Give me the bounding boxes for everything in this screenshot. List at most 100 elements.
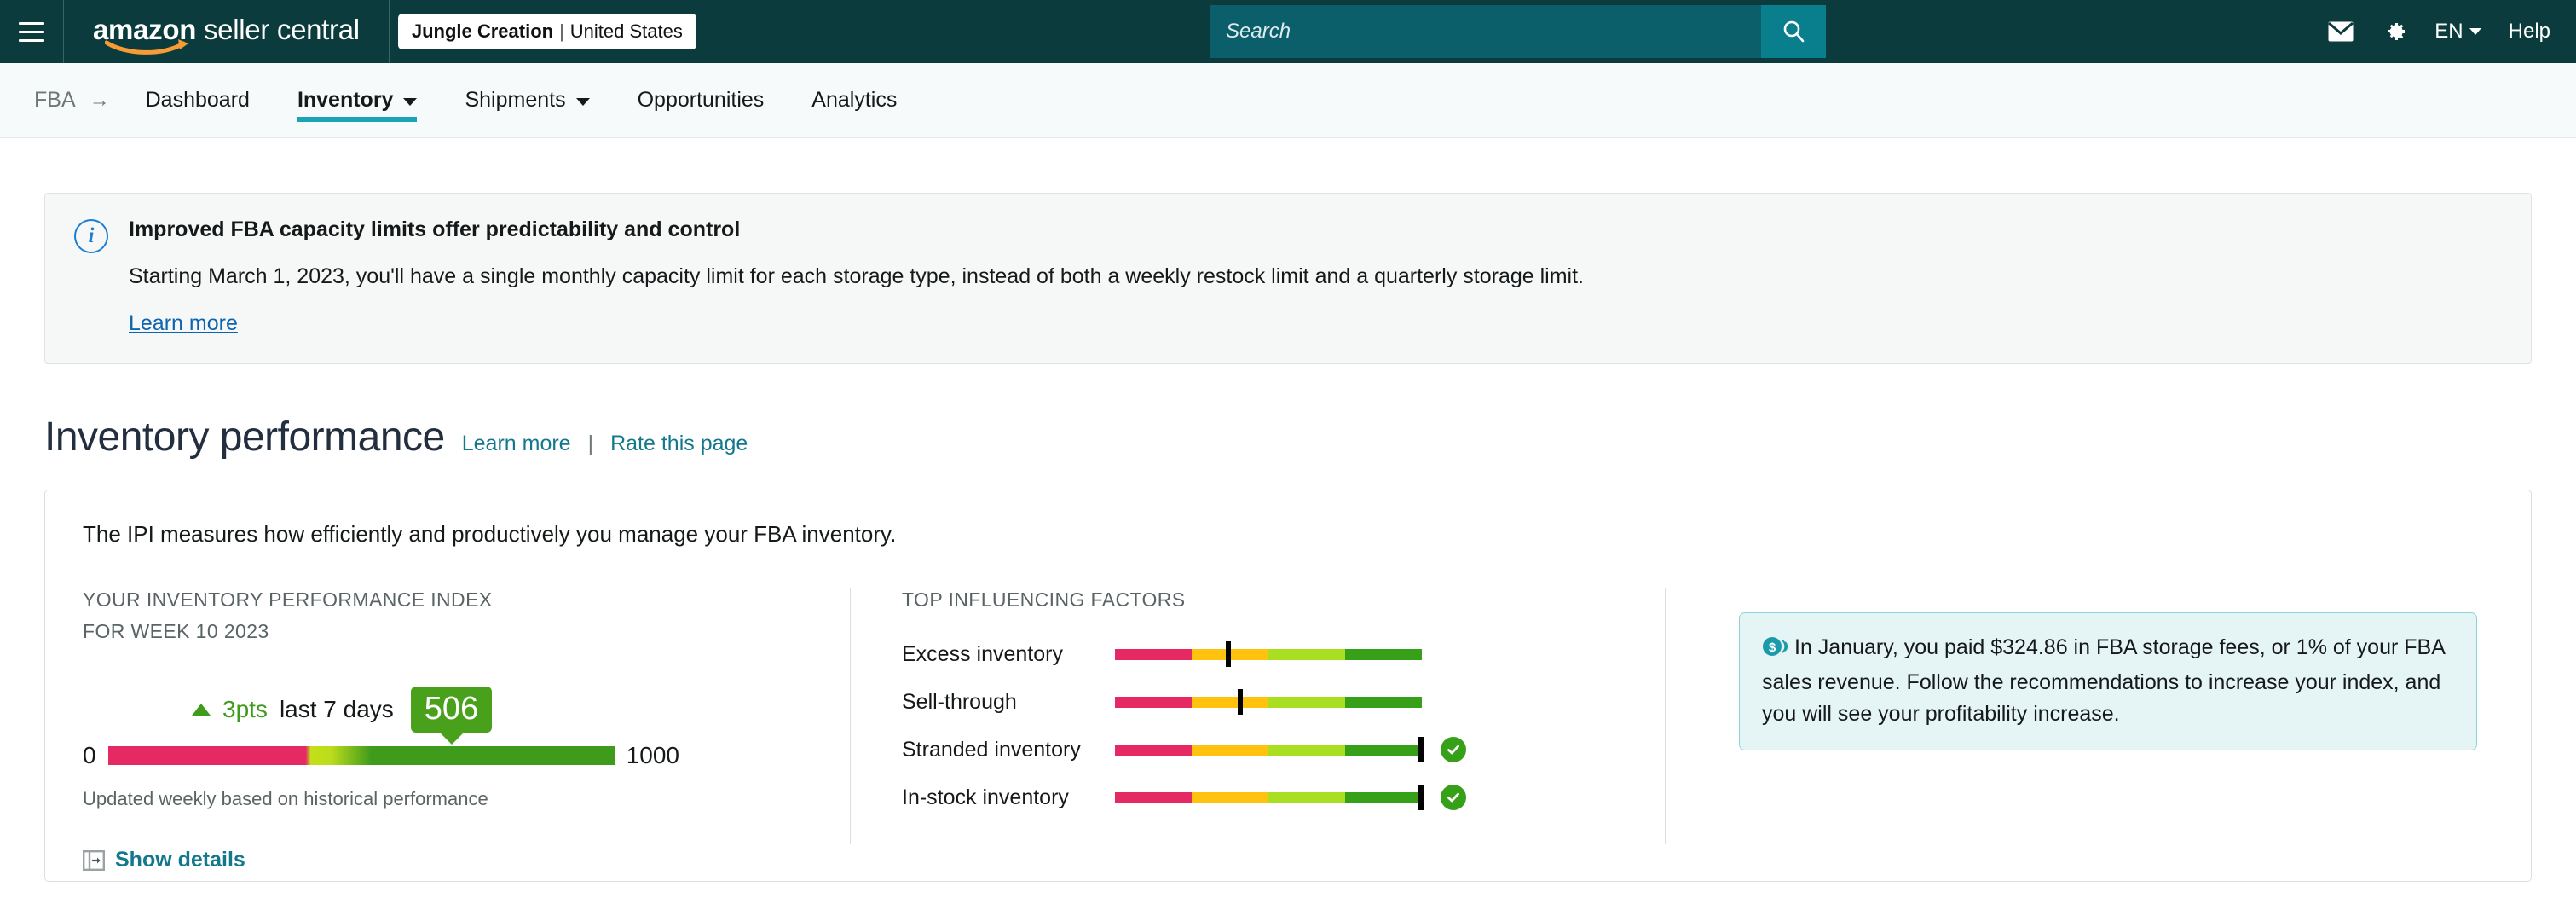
nav-item-label: Opportunities xyxy=(637,88,765,112)
bar-segment-good xyxy=(1268,648,1345,660)
factors-section-title: TOP INFLUENCING FACTORS xyxy=(902,588,1186,611)
ipi-gauge-bar xyxy=(107,746,615,765)
hamburger-bar xyxy=(19,21,44,25)
header-divider xyxy=(388,0,390,63)
factor-bar-segments xyxy=(1115,696,1422,708)
nav-item-shipments[interactable]: Shipments xyxy=(441,63,613,137)
hamburger-icon[interactable] xyxy=(0,0,63,63)
factor-bar xyxy=(1115,780,1424,814)
title-separator: | xyxy=(587,432,594,455)
logo-suffix: seller central xyxy=(196,13,360,45)
top-influencing-factors-panel: TOP INFLUENCING FACTORS Excess inventory xyxy=(902,588,1614,844)
ipi-delta-period: last 7 days xyxy=(279,696,394,722)
bar-segment-great xyxy=(1345,744,1422,756)
ipi-gauge: 3pts last 7 days 506 0 1000 Updated week… xyxy=(83,687,679,810)
factor-row-in-stock-inventory: In-stock inventory xyxy=(902,774,1614,821)
factor-tick-marker xyxy=(1418,785,1424,810)
storage-fee-callout-text: $ In January, you paid $324.86 in FBA st… xyxy=(1762,632,2454,729)
bar-segment-good xyxy=(1268,744,1345,756)
panel-expand-icon xyxy=(83,849,105,871)
ipi-delta-value: 3pts xyxy=(222,696,268,722)
mail-icon[interactable] xyxy=(2327,20,2354,43)
factor-bar xyxy=(1115,733,1424,767)
breadcrumb-label[interactable]: FBA xyxy=(34,88,76,113)
ipi-delta-row: 3pts last 7 days 506 xyxy=(192,687,679,733)
show-details-button[interactable]: Show details xyxy=(83,848,816,872)
rate-this-page-link[interactable]: Rate this page xyxy=(610,432,748,456)
storage-fee-callout-panel: $ In January, you paid $324.86 in FBA st… xyxy=(1666,588,2493,844)
card-lead-text: The IPI measures how efficiently and pro… xyxy=(83,521,897,547)
nav-item-dashboard[interactable]: Dashboard xyxy=(122,63,274,137)
factor-row-excess-inventory: Excess inventory xyxy=(902,630,1614,678)
nav-item-label: Inventory xyxy=(297,88,394,112)
header-actions: EN Help xyxy=(2327,0,2550,63)
bar-segment-good xyxy=(1268,696,1345,708)
bar-segment-great xyxy=(1345,696,1422,708)
search-bar[interactable] xyxy=(1210,5,1826,58)
page-title: Inventory performance xyxy=(44,414,445,460)
ipi-scale-row: 0 1000 xyxy=(83,742,679,769)
page-learn-more-link[interactable]: Learn more xyxy=(462,432,571,456)
store-selector[interactable]: Jungle Creation | United States xyxy=(397,14,696,49)
bar-segment-fair xyxy=(1192,696,1268,708)
nav-item-inventory[interactable]: Inventory xyxy=(274,63,442,137)
bar-segment-poor xyxy=(1115,696,1192,708)
info-banner: i Improved FBA capacity limits offer pre… xyxy=(44,193,2532,364)
svg-text:$: $ xyxy=(1769,640,1776,655)
amazon-seller-central-logo[interactable]: amazon seller central xyxy=(64,0,389,63)
show-details-label: Show details xyxy=(115,848,245,872)
nav-item-analytics[interactable]: Analytics xyxy=(788,63,921,137)
secondary-nav: FBA → Dashboard Inventory Shipments Oppo… xyxy=(0,63,2576,138)
nav-item-label: Dashboard xyxy=(145,88,250,112)
gear-icon[interactable] xyxy=(2382,19,2407,44)
bar-segment-fair xyxy=(1192,791,1268,803)
store-name: Jungle Creation xyxy=(411,20,554,42)
factor-bar-segments xyxy=(1115,648,1422,660)
hamburger-bar xyxy=(19,38,44,42)
coin-dollar-icon: $ xyxy=(1762,635,1788,667)
factor-tick-marker xyxy=(1225,641,1231,667)
factors-list: Excess inventory Sell-through Stranded i… xyxy=(902,630,1614,821)
bar-segment-great xyxy=(1345,791,1422,803)
factor-label: Stranded inventory xyxy=(902,737,1081,762)
storage-fee-callout: $ In January, you paid $324.86 in FBA st… xyxy=(1739,612,2477,750)
triangle-up-icon xyxy=(192,704,211,716)
page-title-row: Inventory performance Learn more | Rate … xyxy=(44,414,2532,461)
breadcrumb: FBA → xyxy=(34,63,122,137)
language-label: EN xyxy=(2434,20,2463,43)
factor-label: In-stock inventory xyxy=(902,785,1069,809)
bar-segment-poor xyxy=(1115,744,1192,756)
search-button[interactable] xyxy=(1761,5,1826,58)
info-banner-learn-more-link[interactable]: Learn more xyxy=(129,311,238,336)
nav-item-opportunities[interactable]: Opportunities xyxy=(614,63,788,137)
bar-segment-poor xyxy=(1115,648,1192,660)
bar-segment-good xyxy=(1268,791,1345,803)
ipi-scale-max: 1000 xyxy=(626,742,679,768)
chevron-down-icon xyxy=(403,97,418,106)
info-banner-body: Starting March 1, 2023, you'll have a si… xyxy=(129,264,1584,288)
nav-item-label: Shipments xyxy=(465,88,566,112)
nav-item-label: Analytics xyxy=(811,88,898,112)
ipi-scale-min: 0 xyxy=(83,742,96,768)
page-content: i Improved FBA capacity limits offer pre… xyxy=(0,193,2576,882)
check-circle-icon xyxy=(1441,737,1466,762)
panel-divider xyxy=(850,588,851,844)
nav-active-underline xyxy=(297,117,418,122)
arrow-right-icon: → xyxy=(89,88,110,112)
ipi-section-subtitle: FOR WEEK 10 2023 xyxy=(83,620,269,642)
search-input[interactable] xyxy=(1210,5,1761,58)
factor-row-sell-through: Sell-through xyxy=(902,678,1614,726)
ipi-update-note: Updated weekly based on historical perfo… xyxy=(83,788,488,809)
top-header: amazon seller central Jungle Creation | … xyxy=(0,0,2576,63)
bar-segment-poor xyxy=(1115,791,1192,803)
card-panels: YOUR INVENTORY PERFORMANCE INDEX FOR WEE… xyxy=(83,588,2493,872)
search-icon xyxy=(1783,20,1805,43)
factor-bar-segments xyxy=(1115,791,1422,803)
check-circle-icon xyxy=(1441,785,1466,810)
bar-segment-great xyxy=(1345,648,1422,660)
language-selector[interactable]: EN xyxy=(2434,20,2481,43)
bar-segment-fair xyxy=(1192,744,1268,756)
info-icon: i xyxy=(74,219,108,253)
factor-row-stranded-inventory: Stranded inventory xyxy=(902,726,1614,774)
help-link[interactable]: Help xyxy=(2509,20,2550,43)
